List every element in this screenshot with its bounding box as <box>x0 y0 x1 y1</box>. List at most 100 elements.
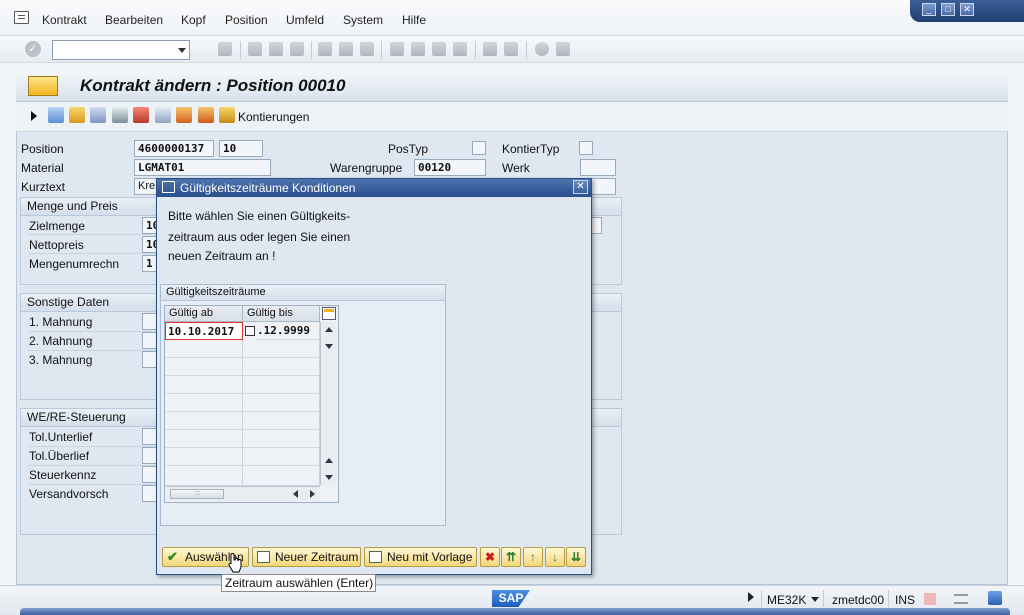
previous-entry-button[interactable]: ↑ <box>523 547 543 567</box>
list-status-icon[interactable] <box>954 594 968 604</box>
table-row-empty[interactable] <box>165 394 243 412</box>
cancel-icon[interactable] <box>290 42 304 56</box>
toolbar-separator <box>475 41 476 59</box>
table-row-empty[interactable] <box>243 358 320 376</box>
table-cell-valid-from[interactable]: 10.10.2017 <box>165 322 243 340</box>
layout-menu-icon[interactable] <box>988 591 1002 605</box>
new-with-template-button[interactable]: Neu mit Vorlage <box>364 547 477 567</box>
account-assignment-icon[interactable] <box>219 107 235 123</box>
delete-icon[interactable] <box>48 107 64 123</box>
chevron-down-icon[interactable] <box>811 597 819 602</box>
scroll-up-icon[interactable] <box>325 458 333 463</box>
zielmenge-label: Zielmenge <box>29 219 86 233</box>
value-help-icon[interactable] <box>245 326 255 336</box>
table-row-empty[interactable] <box>243 448 320 466</box>
menu-item-kopf[interactable]: Kopf <box>181 13 206 27</box>
layout-settings-icon[interactable] <box>556 42 570 56</box>
postyp-field[interactable] <box>472 141 486 155</box>
table-row-empty[interactable] <box>165 466 243 486</box>
new-session-icon[interactable] <box>483 42 497 56</box>
texts-icon[interactable] <box>133 107 149 123</box>
contract-number-field[interactable]: 4600000137 <box>134 140 214 157</box>
menu-item-system[interactable]: System <box>343 13 383 27</box>
scroll-down-icon[interactable] <box>325 344 333 349</box>
scroll-left-icon[interactable] <box>293 490 298 498</box>
status-expand-icon[interactable] <box>748 592 754 602</box>
menu-item-umfeld[interactable]: Umfeld <box>286 13 324 27</box>
cancel-button[interactable]: ✖ <box>480 547 500 567</box>
table-row-empty[interactable] <box>165 430 243 448</box>
menu-item-hilfe[interactable]: Hilfe <box>402 13 426 27</box>
table-row-empty[interactable] <box>165 412 243 430</box>
page-title: Kontrakt ändern : Position 00010 <box>80 76 346 95</box>
dialog-menu-icon[interactable] <box>162 181 175 193</box>
partner-icon[interactable] <box>69 107 85 123</box>
display-icon[interactable] <box>112 107 128 123</box>
document-icon[interactable] <box>28 76 58 96</box>
kontierungen-button[interactable]: Kontierungen <box>238 110 309 124</box>
table-row-empty[interactable] <box>243 466 320 486</box>
edit-icon[interactable] <box>155 107 171 123</box>
last-page-icon[interactable] <box>453 42 467 56</box>
server-name: zmetdc00 <box>832 593 885 607</box>
table-row-empty[interactable] <box>243 412 320 430</box>
table-row-empty[interactable] <box>165 340 243 358</box>
delivery-icon[interactable] <box>176 107 192 123</box>
back-icon[interactable] <box>248 42 262 56</box>
new-period-button[interactable]: Neuer Zeitraum <box>252 547 361 567</box>
enter-check-icon[interactable]: ✓ <box>25 41 41 57</box>
scroll-down-icon[interactable] <box>325 475 333 480</box>
save-icon[interactable] <box>218 42 232 56</box>
mengenumrechn-label: Mengenumrechn <box>29 257 120 271</box>
material-field[interactable]: LGMAT01 <box>134 159 271 176</box>
scrollbar-thumb[interactable]: ::: <box>170 489 224 499</box>
row-divider <box>28 484 156 485</box>
table-row-empty[interactable] <box>243 340 320 358</box>
minimize-button[interactable]: _ <box>922 3 936 16</box>
exit-icon[interactable] <box>269 42 283 56</box>
dialog-title: Gültigkeitszeiträume Konditionen <box>180 181 356 195</box>
first-entry-button[interactable]: ⇈ <box>501 547 521 567</box>
help-icon[interactable] <box>535 42 549 56</box>
table-row-empty[interactable] <box>165 376 243 394</box>
find-next-icon[interactable] <box>360 42 374 56</box>
table-row-empty[interactable] <box>243 430 320 448</box>
next-entry-button[interactable]: ↓ <box>545 547 565 567</box>
row-divider <box>28 446 156 447</box>
table-row-empty[interactable] <box>165 358 243 376</box>
next-page-icon[interactable] <box>432 42 446 56</box>
menu-item-kontrakt[interactable]: Kontrakt <box>42 13 87 27</box>
scroll-up-icon[interactable] <box>325 327 333 332</box>
column-header-valid-to[interactable]: Gültig bis <box>243 306 320 322</box>
first-page-icon[interactable] <box>390 42 404 56</box>
table-row-empty[interactable] <box>243 376 320 394</box>
command-field[interactable] <box>52 40 190 60</box>
maximize-button[interactable]: □ <box>941 3 955 16</box>
kontiertyp-field[interactable] <box>579 141 593 155</box>
menu-item-bearbeiten[interactable]: Bearbeiten <box>105 13 163 27</box>
toolbar-separator <box>311 41 312 59</box>
warengruppe-field[interactable]: 00120 <box>414 159 486 176</box>
werk-field[interactable] <box>580 159 616 176</box>
table-row-empty[interactable] <box>165 448 243 466</box>
chevron-down-icon[interactable] <box>178 48 186 53</box>
tooltip: Zeitraum auswählen (Enter) <box>221 574 376 592</box>
item-number-field[interactable]: 10 <box>219 140 263 157</box>
table-row-empty[interactable] <box>243 394 320 412</box>
column-header-valid-from[interactable]: Gültig ab <box>165 306 243 322</box>
statistics-icon[interactable] <box>198 107 214 123</box>
shortcut-icon[interactable] <box>504 42 518 56</box>
dialog-close-button[interactable]: ✕ <box>573 180 588 194</box>
scroll-right-icon[interactable] <box>310 490 315 498</box>
expand-arrow-icon[interactable] <box>31 111 37 121</box>
previous-page-icon[interactable] <box>411 42 425 56</box>
close-window-button[interactable]: ✕ <box>960 3 974 16</box>
last-entry-button[interactable]: ⇊ <box>566 547 586 567</box>
table-cell-valid-to[interactable]: .12.9999 <box>256 322 320 340</box>
conditions-icon[interactable] <box>90 107 106 123</box>
menu-settings-icon[interactable] <box>14 11 29 24</box>
menu-item-position[interactable]: Position <box>225 13 268 27</box>
find-icon[interactable] <box>339 42 353 56</box>
table-settings-icon[interactable] <box>322 307 336 320</box>
print-icon[interactable] <box>318 42 332 56</box>
